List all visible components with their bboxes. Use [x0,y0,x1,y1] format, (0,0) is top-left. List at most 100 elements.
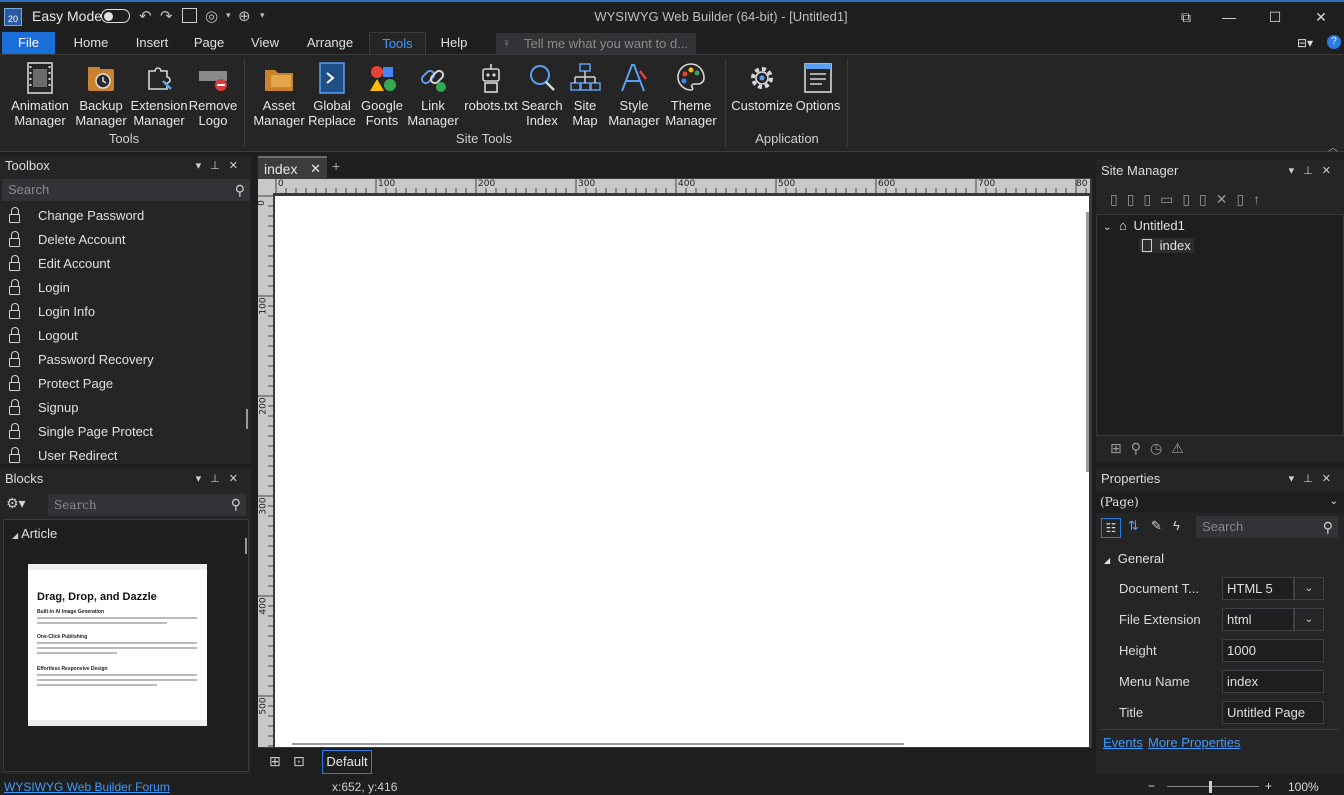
panel-controls[interactable]: ▾⊥✕ [196,155,247,177]
minimize-button[interactable]: — [1207,4,1251,30]
search-icon[interactable]: ⚲ [231,494,241,516]
zoom-in-button[interactable]: + [1265,779,1272,793]
extension-manager-button[interactable]: Extension Manager [130,61,188,128]
ribbon-separator [244,59,245,147]
backup-manager-button[interactable]: Backup Manager [72,61,130,128]
window-title: WYSIWYG Web Builder (64-bit) - [Untitled… [594,9,848,24]
edit-breakpoint-icon[interactable]: ⊡ [293,753,305,770]
more-properties-link[interactable]: More Properties [1148,735,1240,750]
prop-value-input[interactable]: HTML 5 [1222,577,1294,600]
google-fonts-icon [370,66,396,91]
sitemap-icon [570,63,601,91]
tab-arrange[interactable]: Arrange [301,32,359,54]
maximize-button[interactable]: ☐ [1253,4,1297,30]
blocks-scrollbar[interactable] [245,538,247,554]
forum-link[interactable]: WYSIWYG Web Builder Forum [4,780,170,794]
toolbox-item[interactable]: Single Page Protect [0,420,246,444]
toolbox-item[interactable]: Edit Account [0,252,246,276]
chevron-down-icon[interactable]: ⌄ [1294,608,1324,631]
prop-value-input[interactable]: Untitled Page [1222,701,1324,724]
new-tab-button[interactable]: + [332,158,340,174]
asset-manager-button[interactable]: Asset Manager [251,61,307,128]
blocks-search-input[interactable]: Search ⚲ [48,494,246,516]
properties-search-input[interactable]: Search ⚲ [1196,516,1338,538]
panel-controls[interactable]: ▾⊥✕ [1289,160,1340,182]
tab-help[interactable]: Help [434,32,474,54]
cursor-coordinates: x:652, y:416 [332,780,398,794]
google-fonts-button[interactable]: Google Fonts [357,61,407,128]
prop-row-height: Height 1000 [1098,636,1338,667]
search-icon[interactable]: ⚲ [235,179,245,201]
collapse-ribbon-icon[interactable]: ︿ [1328,139,1338,154]
article-block-preview[interactable]: Drag, Drop, and Dazzle Built-in AI Image… [28,564,207,726]
customize-button[interactable]: Customize [731,61,793,113]
events-link[interactable]: Events [1103,735,1143,750]
zoom-slider-handle[interactable] [1209,781,1212,793]
toolbox-item[interactable]: Signup [0,396,246,420]
restore-panels-icon[interactable]: ⧉ [1164,4,1208,30]
ribbon-separator [725,59,726,147]
animation-manager-button[interactable]: Animation Manager [8,61,72,128]
vertical-scrollbar[interactable] [1086,212,1089,472]
horizontal-scrollbar[interactable] [292,743,904,745]
toolbox-item[interactable]: Delete Account [0,228,246,252]
tab-insert[interactable]: Insert [129,32,175,54]
theme-manager-button[interactable]: Theme Manager [662,61,720,128]
chevron-down-icon[interactable]: ⌄ [1294,577,1324,600]
tab-tools[interactable]: Tools [369,32,426,54]
breakpoint-default[interactable]: Default [322,750,372,774]
categorized-icon[interactable]: ☷ [1101,518,1121,538]
tree-root[interactable]: ⌄ ⌂ Untitled1 [1103,218,1185,233]
object-selector[interactable]: (Page) ⌄ [1096,491,1344,513]
robots-txt-button[interactable]: robots.txt [461,61,521,113]
toolbox-item[interactable]: Logout [0,324,246,348]
close-button[interactable]: ✕ [1299,4,1343,30]
prop-value-input[interactable]: 1000 [1222,639,1324,662]
toolbox-item[interactable]: Login Info [0,300,246,324]
tab-file[interactable]: File [2,32,55,54]
tab-view[interactable]: View [244,32,286,54]
toolbox-item[interactable]: Protect Page [0,372,246,396]
tree-page-index[interactable]: index [1139,238,1194,253]
add-breakpoint-icon[interactable]: ⊞ [269,753,281,770]
section-general[interactable]: ◢ General [1104,551,1164,566]
site-map-button[interactable]: Site Map [565,61,605,128]
site-manager-bottom-toolbar[interactable]: ⊞⚲◷⚠ [1110,440,1193,457]
events-icon[interactable]: ϟ [1173,518,1180,533]
doc-tab-index[interactable]: index ✕ [258,156,327,178]
sort-az-icon[interactable]: ⇅ [1128,518,1139,534]
toolbox-scrollbar[interactable] [246,409,248,429]
toolbox-item[interactable]: Password Recovery [0,348,246,372]
tab-home[interactable]: Home [66,32,116,54]
toolbox-search-input[interactable]: Search ⚲ [2,179,250,201]
zoom-out-button[interactable]: − [1148,779,1155,793]
ribbon-panel: Animation Manager Backup Manager Extension… [0,54,1344,154]
search-index-button[interactable]: Search Index [521,61,563,128]
zoom-slider[interactable] [1167,786,1259,787]
toolbox-item[interactable]: Change Password [0,204,246,228]
search-icon[interactable]: ⚲ [1323,516,1333,538]
global-replace-button[interactable]: Global Replace [307,61,357,128]
blocks-settings-icon[interactable]: ⚙▾ [6,495,26,512]
tab-page[interactable]: Page [188,32,230,54]
blocks-category[interactable]: ◢ Article [12,526,57,541]
link-manager-button[interactable]: Link Manager [407,61,459,128]
prop-value-input[interactable]: html [1222,608,1294,631]
options-button[interactable]: Options [794,61,842,113]
toolbox-item[interactable]: User Redirect [0,444,246,464]
properties-icon[interactable]: ✎ [1151,518,1162,534]
panel-controls[interactable]: ▾⊥✕ [1289,468,1340,490]
panel-controls[interactable]: ▾⊥✕ [196,468,247,490]
site-manager-toolbar[interactable]: ▯▯▯▭▯▯✕▯↑ [1110,191,1269,208]
toolbox-item[interactable]: Login [0,276,246,300]
prop-value-input[interactable]: index [1222,670,1324,693]
remove-logo-button[interactable]: Remove Logo [188,61,238,128]
style-manager-button[interactable]: Style Manager [607,61,661,128]
tell-me-search[interactable]: ♀ Tell me what you want to d... [496,33,696,54]
help-icon[interactable]: ? [1327,35,1341,49]
page-canvas[interactable] [275,196,1089,747]
folder-icon [265,70,293,91]
close-tab-icon[interactable]: ✕ [310,158,321,180]
blocks-title: Blocks [5,471,44,486]
layout-icon[interactable]: ⊟▾ [1297,36,1313,50]
